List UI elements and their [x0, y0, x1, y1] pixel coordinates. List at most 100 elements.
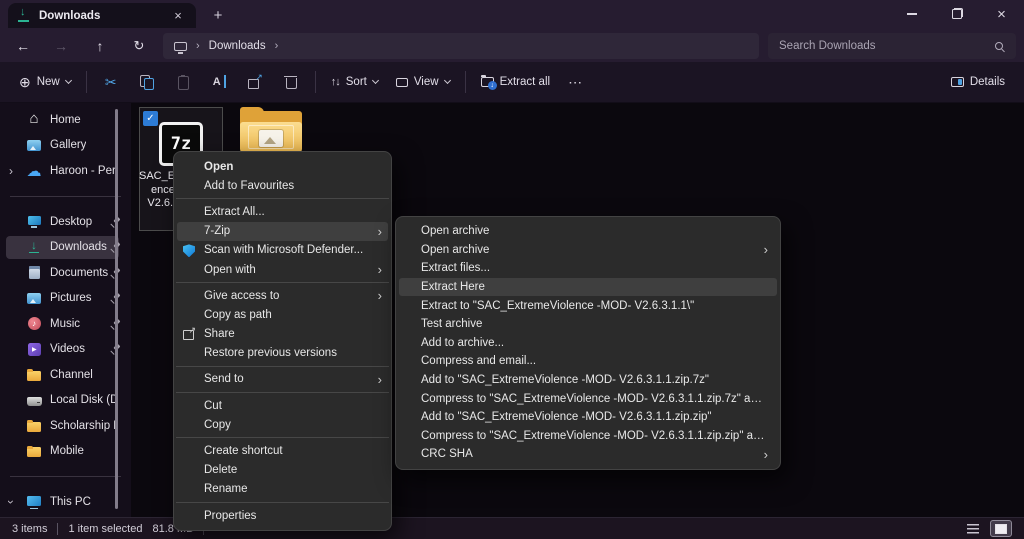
menu-item-create-shortcut[interactable]: Create shortcut	[174, 441, 391, 460]
submenu-item-open-archive[interactable]: Open archive	[396, 222, 780, 241]
folder-tile[interactable]	[240, 107, 302, 153]
view-button[interactable]: View	[387, 67, 459, 97]
menu-item-copy-as-path[interactable]: Copy as path	[174, 305, 391, 324]
submenu-item-compress-to-sac-extremeviolence-mod-v2-6-3[interactable]: Compress to "SAC_ExtremeViolence -MOD- V…	[396, 427, 780, 446]
submenu-item-open-archive[interactable]: Open archive	[396, 241, 780, 260]
status-divider	[57, 523, 58, 535]
breadcrumb-chevron-icon	[196, 40, 200, 52]
submenu-item-extract-here[interactable]: Extract Here	[396, 278, 780, 297]
thispc-icon	[26, 494, 42, 510]
close-button[interactable]	[979, 0, 1024, 28]
submenu-item-compress-and-email[interactable]: Compress and email...	[396, 352, 780, 371]
expand-chevron-icon[interactable]	[9, 165, 13, 177]
sidebar-item-scholarship-doc[interactable]: Scholarship Doc	[0, 413, 131, 439]
submenu-item-add-to-sac-extremeviolence-mod-v2-6-3-1-1-[interactable]: Add to "SAC_ExtremeViolence -MOD- V2.6.3…	[396, 371, 780, 390]
menu-item-share[interactable]: Share	[174, 325, 391, 344]
menu-item-extract-all[interactable]: Extract All...	[174, 202, 391, 221]
submenu-item-compress-to-sac-extremeviolence-mod-v2-6-3[interactable]: Compress to "SAC_ExtremeViolence -MOD- V…	[396, 389, 780, 408]
toolbar-divider	[315, 71, 316, 93]
status-bar: 3 items 1 item selected 81.8 MB	[0, 517, 1024, 539]
menu-item-properties[interactable]: Properties	[174, 506, 391, 525]
menu-item-open-with[interactable]: Open with	[174, 260, 391, 279]
music-icon	[26, 316, 42, 332]
submenu-arrow-icon	[378, 289, 382, 302]
refresh-button[interactable]: ↻	[124, 32, 154, 59]
menu-item-give-access-to[interactable]: Give access to	[174, 286, 391, 305]
tab-downloads[interactable]: Downloads	[8, 3, 196, 28]
desktop-icon	[26, 214, 42, 230]
forward-button[interactable]: →	[46, 32, 76, 59]
7zip-submenu: Open archive Open archive Extract files.…	[395, 216, 781, 470]
expand-chevron-icon[interactable]	[9, 496, 13, 508]
submenu-item-extract-files[interactable]: Extract files...	[396, 259, 780, 278]
home-icon	[26, 112, 42, 128]
large-icons-view-toggle[interactable]	[990, 520, 1012, 537]
sort-arrows-icon	[331, 76, 340, 88]
menu-item-scan-with-microsoft-defender[interactable]: Scan with Microsoft Defender...	[174, 241, 391, 260]
sidebar-item-home[interactable]: Home	[0, 107, 131, 133]
menu-item-add-to-favourites[interactable]: Add to Favourites	[174, 176, 391, 195]
sidebar-list: Home Gallery Haroon - Person	[0, 107, 131, 515]
toolbar-button-share[interactable]	[237, 67, 273, 97]
sidebar-item-mobile[interactable]: Mobile	[0, 439, 131, 465]
menu-item-separator	[176, 366, 389, 367]
submenu-arrow-icon	[764, 448, 768, 461]
menu-item-cut[interactable]: Cut	[174, 396, 391, 415]
toolbar-button-cut[interactable]	[93, 67, 129, 97]
sidebar-item-pictures[interactable]: Pictures	[0, 286, 131, 312]
chevron-down-icon	[444, 77, 451, 84]
menu-item-send-to[interactable]: Send to	[174, 370, 391, 389]
restore-button[interactable]	[934, 0, 979, 28]
submenu-item-add-to-archive[interactable]: Add to archive...	[396, 334, 780, 353]
breadcrumb-downloads[interactable]: Downloads	[209, 40, 266, 52]
toolbar-button-paste[interactable]	[165, 67, 201, 97]
up-button[interactable]: ↑	[85, 32, 115, 59]
sidebar-item-this-pc[interactable]: This PC	[0, 490, 131, 516]
sidebar-item-documents[interactable]: Documents	[0, 260, 131, 286]
paste-icon	[175, 74, 191, 90]
sidebar-item-local-disk-d[interactable]: Local Disk (D:)	[0, 388, 131, 414]
disk-icon	[26, 392, 42, 408]
toolbar-button-rename[interactable]	[201, 67, 237, 97]
sort-button[interactable]: Sort	[322, 67, 387, 97]
selection-checkbox[interactable]	[143, 111, 158, 126]
submenu-item-add-to-sac-extremeviolence-mod-v2-6-3-1-1-[interactable]: Add to "SAC_ExtremeViolence -MOD- V2.6.3…	[396, 408, 780, 427]
back-button[interactable]: ←	[8, 32, 38, 59]
new-button[interactable]: New	[10, 67, 80, 97]
see-more-button[interactable]	[559, 67, 592, 97]
menu-item-7-zip[interactable]: 7-Zip	[174, 222, 391, 241]
menu-item-restore-previous-versions[interactable]: Restore previous versions	[174, 344, 391, 363]
submenu-item-test-archive[interactable]: Test archive	[396, 315, 780, 334]
sidebar-item-channel[interactable]: Channel	[0, 362, 131, 388]
cloud-icon	[26, 163, 42, 179]
details-view-toggle[interactable]	[962, 520, 984, 537]
ellipsis-icon	[568, 74, 583, 91]
address-bar[interactable]: Downloads	[163, 33, 759, 59]
toolbar-button-copy[interactable]	[129, 67, 165, 97]
sidebar-item-videos[interactable]: Videos	[0, 337, 131, 363]
toolbar-button-delete[interactable]	[273, 67, 309, 97]
submenu-item-extract-to-sac-extremeviolence-mod-v2-6-3-[interactable]: Extract to "SAC_ExtremeViolence -MOD- V2…	[396, 296, 780, 315]
items-count: 3 items	[12, 523, 47, 535]
sidebar-item-separator	[0, 464, 131, 490]
pictures-icon	[26, 290, 42, 306]
sidebar-item-desktop[interactable]: Desktop	[0, 209, 131, 235]
extract-all-button[interactable]: Extract all	[472, 67, 560, 97]
search-input[interactable]: Search Downloads	[768, 33, 1016, 59]
menu-item-delete[interactable]: Delete	[174, 461, 391, 480]
sidebar-item-music[interactable]: Music	[0, 311, 131, 337]
selection-summary: 1 item selected	[68, 523, 142, 535]
sidebar-item-haroon-person[interactable]: Haroon - Person	[0, 158, 131, 184]
menu-item-rename[interactable]: Rename	[174, 480, 391, 499]
toolbar-divider	[465, 71, 466, 93]
menu-item-open[interactable]: Open	[174, 157, 391, 176]
new-tab-button[interactable]	[206, 5, 230, 26]
details-button[interactable]: Details	[942, 67, 1014, 97]
submenu-item-crc-sha[interactable]: CRC SHA	[396, 445, 780, 464]
minimize-button[interactable]	[889, 0, 934, 28]
sidebar-scrollbar[interactable]	[115, 109, 118, 509]
sidebar-item-downloads[interactable]: Downloads	[0, 235, 131, 261]
menu-item-copy[interactable]: Copy	[174, 415, 391, 434]
sidebar-item-gallery[interactable]: Gallery	[0, 133, 131, 159]
tab-close-icon[interactable]	[169, 7, 187, 25]
